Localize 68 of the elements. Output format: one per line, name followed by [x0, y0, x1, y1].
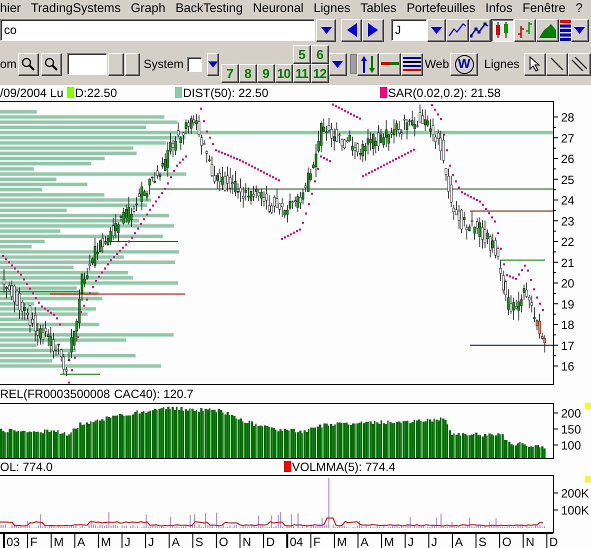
axis-label: 24: [561, 194, 574, 208]
axis-label: N: [242, 535, 252, 548]
menu-item[interactable]: Portefeuilles: [406, 1, 476, 16]
axis-label: 18: [561, 318, 574, 332]
axis-label: 25: [561, 172, 574, 187]
system-label: System: [144, 56, 184, 72]
axis-label: J: [124, 535, 130, 548]
menu-item[interactable]: Fenêtre: [522, 1, 566, 16]
menu-item[interactable]: Infos: [485, 1, 512, 16]
axis-label: M: [384, 535, 394, 548]
axis-label: M: [336, 535, 347, 548]
menu-item[interactable]: BackTesting: [175, 1, 243, 16]
zoom-label: om: [0, 56, 17, 72]
legend-text: SAR(0.02,0.2): 21.58: [388, 86, 501, 100]
period-field[interactable]: J: [391, 19, 427, 41]
axis-label: 150: [561, 422, 582, 436]
legend-text: DIST(50): 22.50: [183, 86, 268, 100]
legend-text: CAC40): 120.7: [114, 386, 194, 401]
axis-label: 200: [561, 406, 582, 420]
menu-item[interactable]: Graph: [130, 1, 166, 16]
menu-item[interactable]: hier: [0, 1, 21, 16]
menu-item[interactable]: Neuronal: [252, 1, 304, 16]
axis-label: O: [502, 535, 512, 548]
axis-label: S: [195, 535, 204, 548]
axis-label: 100: [561, 438, 582, 452]
web-button[interactable]: W: [450, 52, 478, 76]
axis-label: F: [313, 535, 321, 548]
axis-label: D: [266, 535, 275, 548]
axis-label: O: [218, 535, 228, 548]
axis-label: J: [431, 535, 438, 548]
legend-text: OL: 774.0: [0, 460, 53, 474]
legend-text: /09/2004 Lu: [0, 86, 64, 100]
menu-item[interactable]: Lignes: [314, 1, 350, 16]
axis-label: 19: [561, 297, 574, 312]
legend-text: REL(FR0003500008: [0, 386, 110, 401]
axis-label: N: [526, 535, 534, 548]
lines-label: Lignes: [484, 56, 520, 72]
axis-label: 21: [561, 256, 574, 270]
axis-label: 22: [561, 235, 574, 249]
symbol-field[interactable]: co: [0, 19, 315, 41]
axis-label: A: [454, 535, 463, 548]
axis-label: F: [30, 535, 38, 548]
axis-label: 27: [561, 131, 574, 146]
axis-label: S: [478, 535, 487, 548]
axis-label: D: [549, 535, 558, 548]
axis-label: 26: [561, 152, 574, 166]
axis-label: 100K: [561, 504, 590, 518]
axis-label: J: [148, 535, 154, 548]
axis-label: 03: [6, 535, 20, 548]
legend-text: VOLMMA(5): 774.4: [292, 460, 396, 474]
axis-label: 28: [561, 110, 574, 124]
axis-label: A: [77, 535, 86, 548]
menu-item[interactable]: TradingSystems: [30, 1, 121, 16]
axis-label: M: [54, 535, 64, 548]
menu-item[interactable]: ?: [576, 1, 583, 16]
axis-label: 04: [290, 535, 304, 548]
axis-label: J: [408, 535, 414, 548]
legend-text: D:22.50: [75, 86, 118, 100]
axis-label: A: [172, 535, 180, 548]
web-label: Web: [424, 56, 450, 72]
axis-label: 200K: [561, 486, 590, 500]
axis-label: M: [100, 535, 111, 548]
axis-label: A: [360, 535, 369, 548]
axis-label: 17: [561, 338, 574, 353]
axis-label: 16: [561, 360, 574, 374]
menu-item[interactable]: Tables: [360, 1, 397, 16]
axis-label: 20: [561, 276, 574, 290]
axis-label: 23: [561, 214, 574, 228]
